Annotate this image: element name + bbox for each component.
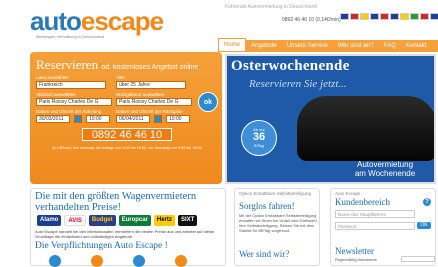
partners-heading: Die mit den größten Wagenvermietern verh… — [35, 191, 197, 213]
option-label: Option Erstattbare Selbstbeteiligung — [239, 191, 312, 196]
tab-faq[interactable]: FAQ — [379, 40, 401, 52]
customer-heading: Kundenbereich — [335, 197, 390, 207]
pickup-date-input[interactable]: 30/03/2011 — [36, 115, 70, 123]
autoescape-logo[interactable]: autoescape — [30, 8, 164, 34]
commitment-icon — [175, 255, 187, 267]
driver-name-input[interactable]: Name des Hauptfahrers — [335, 210, 415, 218]
country-label: Land auswählen — [36, 75, 69, 80]
commitment-icon — [133, 255, 145, 267]
banner-subtitle: Reservieren Sie jetzt... — [249, 78, 347, 90]
booking-hours-note: (0,14€/min) Von montags bis freitags von… — [52, 146, 202, 150]
pickup-date-label: Datum und Uhrzeit der Abholung — [36, 109, 102, 114]
car-image — [297, 96, 434, 161]
banner-title: Osterwochenende — [231, 58, 350, 74]
tab-home[interactable]: Home — [218, 38, 247, 51]
tab-wer-sind-wir[interactable]: Wer sind wir? — [333, 40, 379, 52]
language-flag-icon[interactable] — [360, 13, 369, 20]
return-date-input[interactable]: 06/04/2011 — [116, 115, 150, 123]
banner-footer: Autovermietung am Wochenende — [354, 160, 416, 178]
language-flag-icon[interactable] — [380, 13, 389, 20]
partner-logo: AVIS — [64, 215, 86, 226]
main-nav: Home Angebote Unsere Service Wer sind wi… — [218, 38, 438, 52]
ok-button[interactable]: ok — [198, 92, 218, 112]
return-date-label: Datum und Uhrzeit der Rückgabe — [116, 109, 183, 114]
country-select[interactable]: Frankreich — [36, 81, 106, 89]
tab-angebote[interactable]: Angebote — [246, 40, 282, 52]
language-flags — [340, 13, 438, 20]
pickup-location-label: Abholort auswählen — [36, 92, 76, 97]
language-flag-icon[interactable] — [370, 13, 379, 20]
promo-banner[interactable]: Osterwochenende Reservieren Sie jetzt...… — [225, 54, 436, 184]
commitment-icon — [91, 255, 103, 267]
booking-form: Reservieren od. kostenloses Angebot onli… — [30, 52, 222, 184]
info-icon[interactable]: ? — [423, 198, 431, 206]
language-flag-icon[interactable] — [390, 13, 399, 20]
pickup-location-select[interactable]: Paris Roissy Charles De G — [36, 98, 112, 106]
newsletter-heading: Newsletter — [335, 246, 374, 256]
language-flag-icon[interactable] — [430, 13, 438, 20]
option-card: Option Erstattbare Selbstbeteiligung Sor… — [234, 188, 320, 266]
who-heading[interactable]: Wer sind wir? — [239, 249, 289, 259]
partner-logo: Europcar — [118, 215, 151, 226]
commitments-heading: Die Verpflichtungen Auto Escape ! — [35, 241, 168, 251]
language-flag-icon[interactable] — [340, 13, 349, 20]
top-note: Führende Autovermietung in Deutschland — [225, 4, 318, 10]
partner-logo: Budget — [88, 215, 116, 226]
partners-card: Die mit den größten Wagenvermietern verh… — [30, 188, 226, 267]
password-input[interactable]: Passwort — [335, 222, 415, 230]
customer-label: Auto Escape — [335, 191, 361, 196]
option-text: Mit der Option Erstattbare Selbstbeteili… — [239, 213, 317, 233]
language-flag-icon[interactable] — [350, 13, 359, 20]
pickup-time-select[interactable]: 10:00 — [86, 115, 110, 123]
commitment-icon — [49, 255, 61, 267]
customer-card: Auto Escape Kundenbereich ? Name des Hau… — [330, 188, 436, 266]
newsletter-text: Regelmäßig brandneue — [335, 257, 377, 262]
commitment-icons — [49, 255, 187, 267]
tab-kontakt[interactable]: Kontakt — [401, 40, 431, 52]
partners-text: Auto Escape handelt bei den internationa… — [35, 229, 215, 239]
partner-logos: Alamo AVIS Budget Europcar Hertz SIXT — [37, 215, 198, 226]
header-phone: 0892 46 46 10 (0,14€/min) — [282, 17, 341, 23]
partner-logo: Hertz — [153, 215, 175, 226]
pickup-calendar-icon[interactable] — [74, 115, 82, 123]
booking-title: Reservieren od. kostenloses Angebot onli… — [36, 57, 199, 72]
tab-service[interactable]: Unsere Service — [282, 40, 333, 52]
price-badge: Ab nur 36 €/Tag — [241, 120, 277, 156]
option-heading: Sorglos fahren! — [239, 201, 295, 211]
return-calendar-icon[interactable] — [154, 115, 162, 123]
newsletter-input[interactable] — [401, 256, 435, 262]
language-flag-icon[interactable] — [410, 13, 419, 20]
age-label: Alter — [116, 75, 126, 80]
language-flag-icon[interactable] — [400, 13, 409, 20]
logo-tagline: Mietwagen-Vermittlung in Deutschland — [36, 34, 105, 39]
partner-logo: Alamo — [37, 215, 62, 226]
return-location-label: Rückgabeort auswählen — [116, 92, 165, 97]
age-select[interactable]: über 25 Jahre — [116, 81, 186, 89]
login-ok-button[interactable]: OK — [417, 222, 431, 229]
return-time-select[interactable]: 10:00 — [166, 115, 190, 123]
booking-phone: 0892 46 46 10 — [82, 128, 172, 141]
language-flag-icon[interactable] — [420, 13, 429, 20]
return-location-select[interactable]: Paris Roissy Charles De G — [116, 98, 192, 106]
partner-logo: SIXT — [177, 215, 198, 226]
